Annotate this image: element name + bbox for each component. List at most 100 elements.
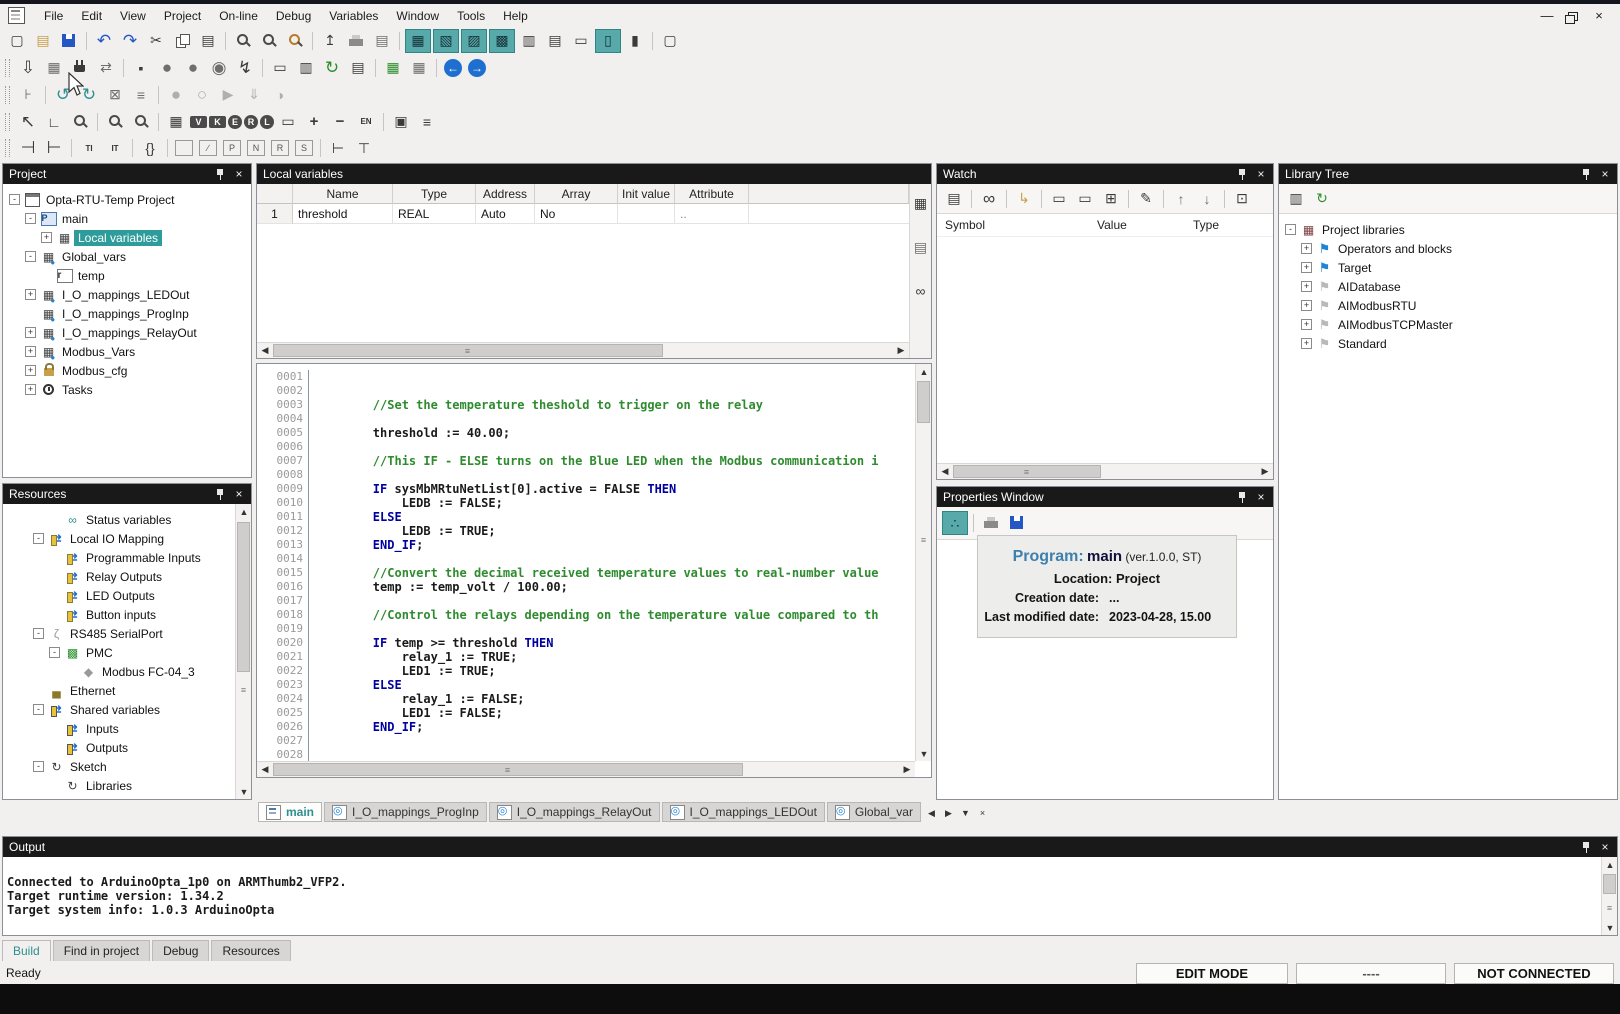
tree-item[interactable]: + ▦ Modbus_Vars bbox=[9, 342, 249, 361]
scrollbar-thumb[interactable] bbox=[1603, 874, 1616, 894]
cell-array[interactable]: No bbox=[535, 204, 618, 224]
scrollbar-thumb[interactable] bbox=[917, 381, 930, 423]
insert-branch-icon[interactable]: ⊢ bbox=[326, 137, 350, 159]
find-icon[interactable] bbox=[231, 30, 255, 52]
output-scrollbar[interactable]: ▲ ≡ ▼ bbox=[1601, 857, 1617, 935]
column-header-name[interactable]: Name bbox=[293, 184, 393, 204]
scrollbar-grip[interactable]: ≡ bbox=[917, 532, 930, 548]
watch-add-window-icon[interactable]: ⊞ bbox=[1099, 188, 1123, 210]
tree-item[interactable]: + Tasks bbox=[9, 380, 249, 399]
close-icon[interactable]: × bbox=[233, 167, 245, 181]
scrollbar-thumb[interactable] bbox=[237, 522, 250, 672]
coil-reset-icon[interactable]: R bbox=[271, 140, 289, 156]
open-project-icon[interactable]: ▤ bbox=[31, 30, 55, 52]
cell-address[interactable]: Auto bbox=[476, 204, 535, 224]
variables-window-icon[interactable]: ▥ bbox=[294, 57, 318, 79]
code-area[interactable]: 0001 //Set the temperature theshold to t… bbox=[257, 364, 915, 761]
tree-expander[interactable]: + bbox=[1301, 243, 1312, 254]
watch-move-up-icon[interactable]: ↑ bbox=[1169, 188, 1193, 210]
contact-positive-icon[interactable]: P bbox=[223, 140, 241, 156]
code-line[interactable]: 0021 ELSE bbox=[257, 650, 915, 664]
tree-item[interactable]: - P main bbox=[9, 209, 249, 228]
code-line[interactable]: 0025 bbox=[257, 706, 915, 720]
pin-icon[interactable] bbox=[1581, 840, 1591, 854]
copy-icon[interactable] bbox=[170, 30, 194, 52]
tab-close-icon[interactable]: × bbox=[974, 804, 991, 822]
tree-expander[interactable]: - bbox=[33, 761, 44, 772]
close-button[interactable]: × bbox=[1586, 8, 1612, 23]
scroll-right-icon[interactable]: ▶ bbox=[1257, 464, 1273, 479]
scroll-up-icon[interactable]: ▲ bbox=[1602, 857, 1617, 872]
tab-scroll-left-icon[interactable]: ◀ bbox=[923, 804, 940, 822]
watch-body[interactable] bbox=[937, 256, 1273, 463]
auto-connect-icon[interactable]: ≡ bbox=[415, 111, 439, 133]
tree-item[interactable]: ⇄ LED Outputs bbox=[17, 586, 249, 605]
tree-item[interactable]: + ⚑ Target bbox=[1285, 258, 1615, 277]
tree-item[interactable]: + ▦ I_O_mappings_RelayOut bbox=[9, 323, 249, 342]
watch-list-icon[interactable]: ▤ bbox=[942, 188, 966, 210]
pin-icon[interactable] bbox=[1581, 167, 1591, 181]
scroll-left-icon[interactable]: ◀ bbox=[937, 464, 953, 479]
scroll-down-icon[interactable]: ▼ bbox=[916, 746, 932, 761]
print-properties-icon[interactable] bbox=[979, 512, 1003, 534]
close-icon[interactable]: × bbox=[1255, 490, 1267, 504]
menu-item[interactable]: View bbox=[111, 6, 155, 26]
editor-tab[interactable]: I_O_mappings_ProgInp bbox=[324, 802, 487, 822]
object-properties-icon[interactable]: ▣ bbox=[389, 111, 413, 133]
minimize-button[interactable]: — bbox=[1534, 8, 1560, 23]
output-window-toggle-icon[interactable]: ▤ bbox=[543, 30, 567, 52]
board-setup-icon[interactable]: ▦ bbox=[42, 57, 66, 79]
code-line[interactable]: 0006 bbox=[257, 440, 915, 454]
tree-item[interactable]: ⇄ Inputs bbox=[17, 719, 249, 738]
editor-hscrollbar[interactable]: ◀ ≡ ▶ bbox=[257, 761, 915, 777]
editor-tab[interactable]: main bbox=[258, 802, 322, 822]
cell-type[interactable]: REAL bbox=[393, 204, 476, 224]
tree-expander[interactable]: - bbox=[9, 194, 20, 205]
code-line[interactable]: 0008 LEDB := FALSE; bbox=[257, 468, 915, 482]
scroll-down-icon[interactable]: ▼ bbox=[236, 784, 252, 799]
run-icon[interactable]: ↯ bbox=[233, 57, 257, 79]
tree-item[interactable]: + ⚑ AIModbusTCPMaster bbox=[1285, 315, 1615, 334]
code-line[interactable]: 0026 bbox=[257, 720, 915, 734]
code-line[interactable]: 0024 END_IF; bbox=[257, 692, 915, 706]
tree-item[interactable]: ◆ Modbus FC-04_3 bbox=[17, 662, 249, 681]
find-variable-icon[interactable]: ∞ bbox=[909, 280, 933, 302]
menu-item[interactable]: Window bbox=[387, 6, 448, 26]
trigger-list-icon[interactable]: ≡ bbox=[129, 84, 153, 106]
tree-expander[interactable]: + bbox=[25, 327, 36, 338]
tree-item[interactable]: + Modbus_cfg bbox=[9, 361, 249, 380]
new-network-icon[interactable]: ▦ bbox=[164, 111, 188, 133]
column-header-initvalue[interactable]: Init value bbox=[618, 184, 675, 204]
insert-coil-icon[interactable]: ⊣ bbox=[16, 137, 40, 159]
code-line[interactable]: 0019 relay_1 := TRUE; bbox=[257, 622, 915, 636]
stop-icon[interactable]: ▪ bbox=[129, 57, 153, 79]
tree-item[interactable]: ∞ Status variables bbox=[17, 510, 249, 529]
save-project-icon[interactable] bbox=[57, 30, 81, 52]
call-tree-icon[interactable]: ⊦ bbox=[16, 84, 40, 106]
scroll-down-icon[interactable]: ▼ bbox=[1602, 920, 1617, 935]
grid-mode-icon[interactable]: ▦ bbox=[407, 57, 431, 79]
tree-item[interactable]: - ⇄ Local IO Mapping bbox=[17, 529, 249, 548]
track-selection-icon[interactable]: ∴ bbox=[942, 511, 968, 535]
st-code-editor[interactable]: 0001 //Set the temperature theshold to t… bbox=[256, 363, 932, 778]
close-icon[interactable]: × bbox=[1599, 840, 1611, 854]
contact-before-icon[interactable]: TI bbox=[77, 137, 101, 159]
code-line[interactable]: 0014 temp := temp_volt / 100.00; bbox=[257, 552, 915, 566]
code-line[interactable]: 0028 bbox=[257, 748, 915, 761]
pin-icon[interactable] bbox=[215, 167, 225, 181]
tab-list-icon[interactable]: ▼ bbox=[957, 804, 974, 822]
menu-item[interactable]: Debug bbox=[267, 6, 320, 26]
insert-variable-icon[interactable]: V bbox=[190, 116, 207, 128]
insert-return-icon[interactable]: R bbox=[244, 115, 258, 129]
restore-button[interactable] bbox=[1560, 8, 1586, 23]
resources-scrollbar[interactable]: ▲ ≡ ▼ bbox=[235, 504, 251, 799]
print-icon[interactable] bbox=[344, 30, 368, 52]
tree-item[interactable]: + ⚑ Operators and blocks bbox=[1285, 239, 1615, 258]
menu-item[interactable]: Project bbox=[155, 6, 210, 26]
tree-expander[interactable]: + bbox=[1301, 300, 1312, 311]
code-line[interactable]: 0005 //This IF - ELSE turns on the Blue … bbox=[257, 426, 915, 440]
select-tool-icon[interactable]: ↖ bbox=[16, 111, 40, 133]
properties-window-toggle-icon[interactable]: ▯ bbox=[595, 29, 621, 53]
code-line[interactable]: 0010 LEDB := TRUE; bbox=[257, 496, 915, 510]
code-line[interactable]: 0020 LED1 := TRUE; bbox=[257, 636, 915, 650]
